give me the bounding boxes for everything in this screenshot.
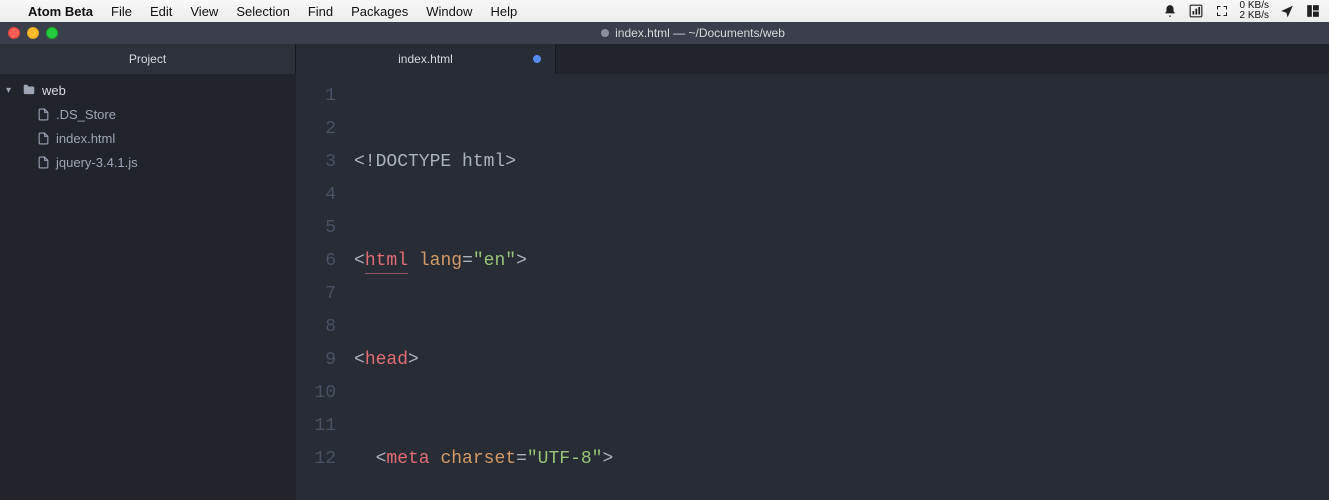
folder-icon [22, 83, 36, 97]
menu-packages[interactable]: Packages [351, 4, 408, 19]
macos-menubar: Atom Beta File Edit View Selection Find … [0, 0, 1329, 22]
tab-bar: Project index.html [0, 44, 1329, 74]
chevron-down-icon: ▾ [6, 85, 16, 96]
traffic-lights [8, 27, 58, 39]
tree-folder-web[interactable]: ▾ web [0, 78, 296, 102]
tree-folder-label: web [42, 83, 66, 98]
window-title: index.html — ~/Documents/web [65, 26, 1321, 40]
network-speed: 0 KB/s 2 KB/s [1240, 1, 1269, 21]
tree-file-label: jquery-3.4.1.js [56, 155, 138, 170]
file-icon [36, 107, 50, 121]
unsaved-dot-icon [533, 55, 541, 63]
menu-find[interactable]: Find [308, 4, 333, 19]
menu-help[interactable]: Help [490, 4, 517, 19]
tree-file-dsstore[interactable]: .DS_Store [0, 102, 296, 126]
fullscreen-icon[interactable] [1214, 3, 1230, 19]
tree-file-index-html[interactable]: index.html [0, 126, 296, 150]
location-icon[interactable] [1279, 3, 1295, 19]
tree-file-label: .DS_Store [56, 107, 116, 122]
project-sidebar[interactable]: ▾ web .DS_Store index.html [0, 74, 296, 500]
file-icon [36, 155, 50, 169]
app-name[interactable]: Atom Beta [28, 4, 93, 19]
menu-edit[interactable]: Edit [150, 4, 172, 19]
minimize-window-button[interactable] [27, 27, 39, 39]
tree-file-jquery[interactable]: jquery-3.4.1.js [0, 150, 296, 174]
notification-icon[interactable] [1162, 3, 1178, 19]
menu-file[interactable]: File [111, 4, 132, 19]
modified-indicator-icon [601, 29, 609, 37]
tab-index-html[interactable]: index.html [296, 44, 556, 74]
layout-icon[interactable] [1305, 3, 1321, 19]
file-icon [36, 131, 50, 145]
line-number-gutter: 1 2 3 4 5 6 7 8 9 10 11 12 [296, 74, 354, 500]
window-titlebar: index.html — ~/Documents/web [0, 22, 1329, 44]
menu-selection[interactable]: Selection [236, 4, 289, 19]
menu-view[interactable]: View [190, 4, 218, 19]
tree-file-label: index.html [56, 131, 115, 146]
maximize-window-button[interactable] [46, 27, 58, 39]
close-window-button[interactable] [8, 27, 20, 39]
stats-icon[interactable] [1188, 3, 1204, 19]
editor[interactable]: 1 2 3 4 5 6 7 8 9 10 11 12 <!DOCTYPE htm… [296, 74, 1329, 500]
menu-window[interactable]: Window [426, 4, 472, 19]
tab-project[interactable]: Project [0, 44, 296, 74]
code-area[interactable]: <!DOCTYPE html> <html lang="en"> <head> … [354, 74, 1329, 500]
